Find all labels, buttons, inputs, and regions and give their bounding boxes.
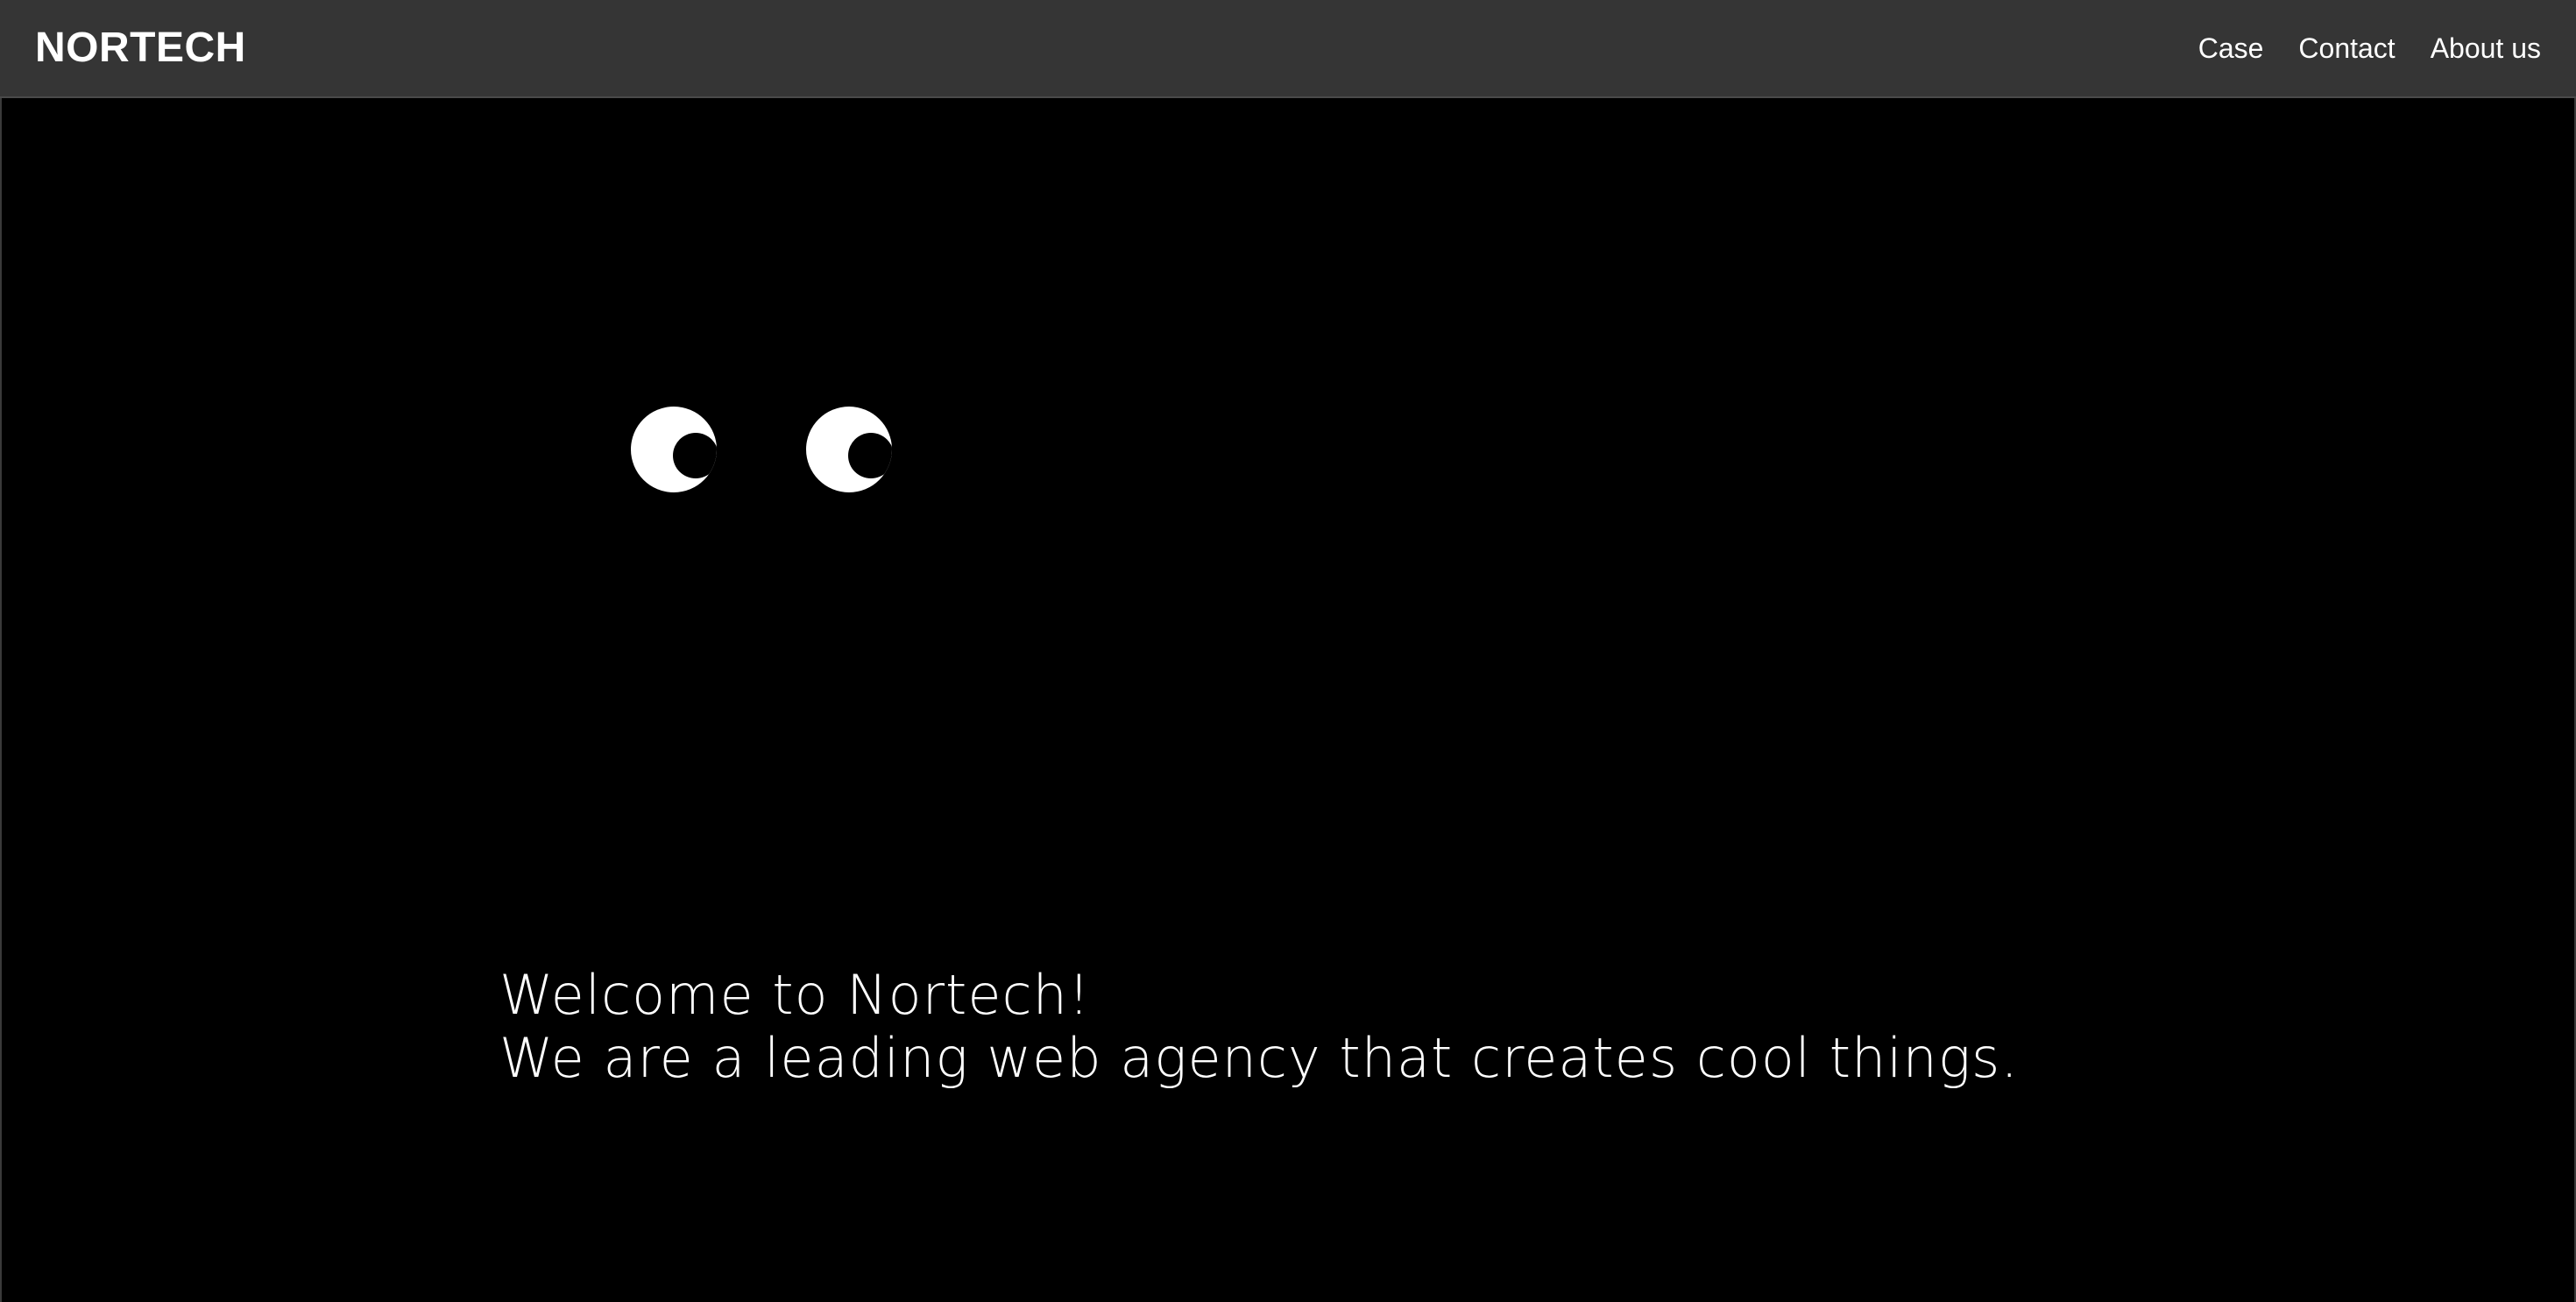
left-pupil xyxy=(673,433,717,478)
nav-link-case[interactable]: Case xyxy=(2198,32,2264,65)
main-nav: Case Contact About us xyxy=(2198,0,2541,96)
top-navigation-bar: NORTECH Case Contact About us xyxy=(0,0,2576,98)
hero-text: Welcome to Nortech! We are a leading web… xyxy=(499,964,2339,1090)
left-eye-icon xyxy=(631,407,717,492)
nav-link-about-us[interactable]: About us xyxy=(2431,32,2541,65)
right-eye-icon xyxy=(806,407,892,492)
hero-tagline: We are a leading web agency that creates… xyxy=(499,1026,2020,1090)
page-frame-left-edge xyxy=(0,98,2,1302)
brand-logo[interactable]: NORTECH xyxy=(35,0,246,96)
nav-link-contact[interactable]: Contact xyxy=(2298,32,2395,65)
right-pupil xyxy=(848,433,892,478)
hero-welcome-line: Welcome to Nortech! xyxy=(499,963,1091,1027)
